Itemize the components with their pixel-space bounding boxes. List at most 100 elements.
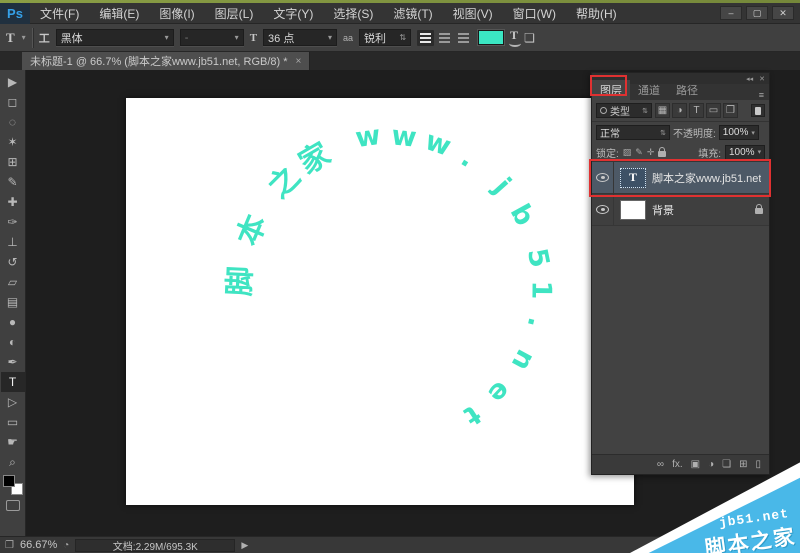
character-panel-toggle-icon[interactable]: ❏ — [524, 31, 535, 45]
filter-toggle-switch[interactable] — [751, 104, 765, 117]
menu-item-2[interactable]: 图像(I) — [149, 3, 204, 23]
type-tool[interactable]: T — [1, 372, 25, 392]
arc-text-char: . — [521, 314, 554, 331]
collapse-panels-icon[interactable]: ◂◂ — [746, 75, 753, 83]
gradient-tool[interactable]: ▤ — [1, 292, 25, 312]
font-size-icon: T — [250, 32, 257, 44]
chevron-down-icon: ▾ — [159, 33, 169, 42]
menu-items: 文件(F)编辑(E)图像(I)图层(L)文字(Y)选择(S)滤镜(T)视图(V)… — [30, 3, 627, 23]
blend-mode-select[interactable]: 正常 ⇅ — [596, 125, 670, 140]
hand-tool[interactable]: ☛ — [1, 432, 25, 452]
menu-item-1[interactable]: 编辑(E) — [89, 3, 149, 23]
warp-text-icon[interactable]: T — [510, 28, 518, 47]
move-tool[interactable]: ▶ — [1, 72, 25, 92]
rectangle-tool[interactable]: ▭ — [1, 412, 25, 432]
brush-tool[interactable]: ✑ — [1, 212, 25, 232]
layer-row[interactable]: 背景 — [592, 194, 769, 226]
document-tab[interactable]: 未标题-1 @ 66.7% (脚本之家www.jb51.net, RGB/8) … — [22, 52, 310, 70]
font-size-select[interactable]: 36 点 ▾ — [263, 29, 337, 46]
tools-palette: ▶◻◌✶⊞✎✚✑⊥↺▱▤●◐✒T▷▭☛⌕ — [0, 70, 26, 536]
eyedropper-tool[interactable]: ✎ — [1, 172, 25, 192]
foreground-color-swatch[interactable] — [3, 475, 15, 487]
lock-position-icon[interactable]: ✛ — [647, 147, 655, 158]
tool-options-bar: T ▾ 工 黑体 ▾ - ▾ T 36 点 ▾ aa 锐利 ⇅ T ❏ — [0, 24, 800, 52]
foreground-background-colors[interactable] — [3, 475, 23, 495]
align-right-button[interactable] — [455, 30, 472, 46]
close-panel-icon[interactable]: ✕ — [759, 75, 765, 83]
menu-item-0[interactable]: 文件(F) — [30, 3, 89, 23]
dodge-tool[interactable]: ◐ — [1, 332, 25, 352]
text-layer-thumbnail[interactable]: T — [620, 168, 646, 188]
zoom-tool[interactable]: ⌕ — [1, 452, 25, 472]
document-canvas[interactable]: 脚本之家www.jb51.net — [126, 98, 634, 505]
path-selection-tool[interactable]: ▷ — [1, 392, 25, 412]
lasso-tool[interactable]: ◌ — [1, 112, 25, 132]
align-center-button[interactable] — [436, 30, 453, 46]
filter-smart-objects-icon[interactable]: ❐ — [723, 103, 738, 118]
minimize-button[interactable]: – — [720, 6, 742, 20]
layer-filter-row: 类型 ⇅ ▦◑T▭❐ — [592, 100, 769, 122]
background-layer-thumbnail[interactable] — [620, 200, 646, 220]
text-color-swatch[interactable] — [478, 30, 504, 45]
layer-visibility-toggle[interactable] — [592, 194, 614, 225]
arc-text-char: w — [390, 120, 418, 153]
opacity-select[interactable]: 100% ▾ — [719, 125, 759, 140]
lock-label: 锁定: — [596, 145, 619, 160]
magic-wand-tool[interactable]: ✶ — [1, 132, 25, 152]
font-family-value: 黑体 — [61, 30, 83, 46]
align-left-button[interactable] — [417, 30, 434, 46]
document-info[interactable]: 文档:2.29M/695.3K — [75, 539, 235, 552]
menu-item-6[interactable]: 滤镜(T) — [383, 3, 442, 23]
pen-tool[interactable]: ✒ — [1, 352, 25, 372]
fill-select[interactable]: 100% ▾ — [725, 145, 765, 160]
blur-tool[interactable]: ● — [1, 312, 25, 332]
history-brush-tool[interactable]: ↺ — [1, 252, 25, 272]
lock-paint-icon[interactable]: ✎ — [635, 147, 643, 158]
menu-item-7[interactable]: 视图(V) — [443, 3, 503, 23]
font-family-select[interactable]: 黑体 ▾ — [56, 29, 174, 46]
clone-stamp-tool[interactable]: ⊥ — [1, 232, 25, 252]
filter-shape-layers-icon[interactable]: ▭ — [706, 103, 721, 118]
lock-transparent-icon[interactable]: ▨ — [623, 147, 632, 158]
zoom-level[interactable]: 66.67% — [20, 539, 57, 551]
marquee-tool[interactable]: ◻ — [1, 92, 25, 112]
status-arrow-icon[interactable]: ▶ — [241, 540, 248, 551]
menu-item-3[interactable]: 图层(L) — [205, 3, 264, 23]
menu-item-9[interactable]: 帮助(H) — [566, 3, 627, 23]
lock-row: 锁定: ▨ ✎ ✛ 填充: 100% ▾ — [592, 143, 769, 162]
eraser-tool[interactable]: ▱ — [1, 272, 25, 292]
layer-row[interactable]: T脚本之家www.jb51.net — [592, 162, 769, 194]
arc-text-char: t — [458, 399, 486, 432]
tab-layers[interactable]: 图层 — [592, 80, 630, 100]
menu-item-4[interactable]: 文字(Y) — [263, 3, 323, 23]
close-button[interactable]: ✕ — [772, 6, 794, 20]
lock-all-icon[interactable] — [658, 151, 666, 157]
chevron-down-icon: ▾ — [322, 33, 332, 42]
arc-text-char: 5 — [521, 246, 555, 271]
panel-menu-icon[interactable]: ≡ — [759, 90, 769, 100]
quick-mask-button[interactable] — [6, 500, 20, 511]
text-align-group — [417, 30, 472, 46]
font-style-select[interactable]: - ▾ — [180, 29, 244, 46]
tab-channels[interactable]: 通道 — [630, 80, 668, 100]
restore-button[interactable]: ▢ — [746, 6, 768, 20]
filter-adjustment-layers-icon[interactable]: ◑ — [672, 103, 687, 118]
layer-visibility-toggle[interactable] — [592, 162, 614, 193]
filter-pixel-layers-icon[interactable]: ▦ — [655, 103, 670, 118]
menu-item-5[interactable]: 选择(S) — [323, 3, 383, 23]
document-tab-title: 未标题-1 @ 66.7% (脚本之家www.jb51.net, RGB/8) … — [30, 53, 288, 69]
tab-paths[interactable]: 路径 — [668, 80, 706, 100]
filter-type-select[interactable]: 类型 ⇅ — [596, 103, 652, 118]
menu-item-8[interactable]: 窗口(W) — [503, 3, 566, 23]
text-orientation-icon[interactable]: 工 — [39, 30, 50, 46]
filter-type-layers-icon[interactable]: T — [689, 103, 704, 118]
type-tool-preset-icon[interactable]: T — [6, 30, 15, 46]
chevron-down-icon: ▾ — [755, 148, 762, 156]
layer-name: 背景 — [652, 202, 674, 218]
tab-close-icon[interactable]: × — [296, 56, 302, 67]
crop-tool[interactable]: ⊞ — [1, 152, 25, 172]
anti-alias-select[interactable]: 锐利 ⇅ — [359, 29, 411, 46]
search-icon — [600, 107, 607, 114]
chevron-down-icon: ▾ — [229, 33, 239, 42]
healing-brush-tool[interactable]: ✚ — [1, 192, 25, 212]
